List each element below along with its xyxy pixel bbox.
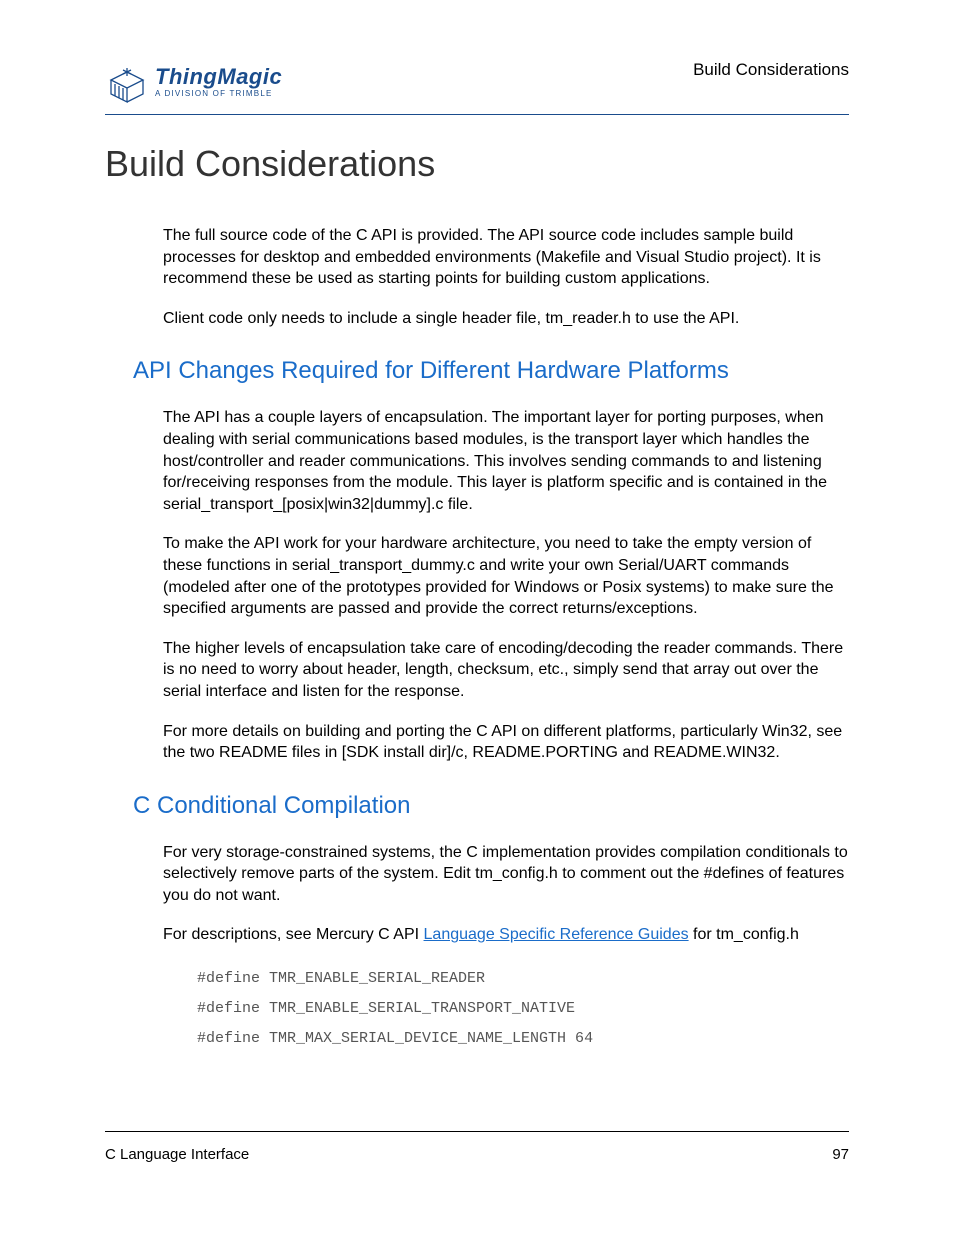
section1-p2: To make the API work for your hardware a… — [163, 533, 849, 619]
footer-page-number: 97 — [832, 1146, 849, 1163]
section1-p3: The higher levels of encapsulation take … — [163, 638, 849, 703]
section1-p4: For more details on building and porting… — [163, 721, 849, 764]
page-footer: C Language Interface 97 — [105, 1131, 849, 1163]
section2-p2-pre: For descriptions, see Mercury C API — [163, 926, 424, 943]
section2-p1: For very storage-constrained systems, th… — [163, 842, 849, 907]
section2-p2-post: for tm_config.h — [689, 926, 799, 943]
section2-p2: For descriptions, see Mercury C API Lang… — [163, 924, 849, 946]
section1-heading: API Changes Required for Different Hardw… — [133, 357, 849, 385]
reference-guides-link[interactable]: Language Specific Reference Guides — [424, 926, 689, 943]
code-line-3: #define TMR_MAX_SERIAL_DEVICE_NAME_LENGT… — [197, 1024, 849, 1054]
page-header: ThingMagic A DIVISION OF TRIMBLE Build C… — [105, 60, 849, 115]
footer-left: C Language Interface — [105, 1146, 249, 1163]
code-line-1: #define TMR_ENABLE_SERIAL_READER — [197, 964, 849, 994]
logo-sub-text: A DIVISION OF TRIMBLE — [155, 90, 282, 98]
section2-heading: C Conditional Compilation — [133, 792, 849, 820]
running-header: Build Considerations — [693, 60, 849, 80]
logo: ThingMagic A DIVISION OF TRIMBLE — [105, 66, 282, 108]
page-title: Build Considerations — [105, 143, 849, 185]
code-line-2: #define TMR_ENABLE_SERIAL_TRANSPORT_NATI… — [197, 994, 849, 1024]
logo-main-text: ThingMagic — [155, 66, 282, 88]
section1-p1: The API has a couple layers of encapsula… — [163, 407, 849, 515]
intro-p2: Client code only needs to include a sing… — [163, 308, 849, 330]
intro-p1: The full source code of the C API is pro… — [163, 225, 849, 290]
code-block: #define TMR_ENABLE_SERIAL_READER #define… — [197, 964, 849, 1054]
logo-icon — [105, 66, 149, 108]
